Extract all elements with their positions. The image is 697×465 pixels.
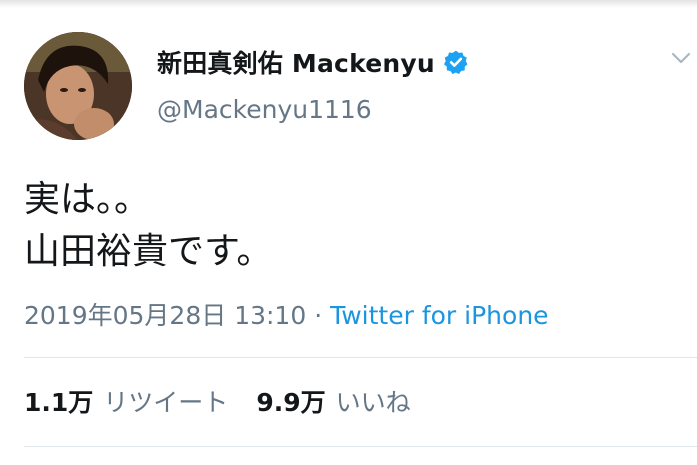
verified-badge-icon [443,49,469,75]
tweet-line: 実は。。 [24,179,151,220]
tweet-text: 実は。。 山田裕貴です。 [24,174,272,278]
like-count[interactable]: 9.9万 [256,383,325,419]
tweet-stats: 1.1万 リツイート 9.9万 いいね [24,383,411,419]
top-shadow [0,0,697,8]
like-label[interactable]: いいね [336,383,411,419]
avatar-photo [24,32,132,140]
meta-separator: · [306,301,331,330]
divider [24,357,697,358]
tweet-source-link[interactable]: Twitter for iPhone [330,301,548,330]
avatar[interactable] [24,32,132,140]
user-handle[interactable]: @Mackenyu1116 [157,95,372,124]
name-row: 新田真剣佑 Mackenyu [157,42,469,82]
tweet-line: 山田裕貴です。 [24,231,273,272]
retweet-label[interactable]: リツイート [103,383,228,419]
tweet-timestamp[interactable]: 2019年05月28日 13:10 [24,301,306,330]
divider [24,446,697,447]
display-name[interactable]: 新田真剣佑 Mackenyu [157,44,435,80]
retweet-count[interactable]: 1.1万 [24,383,93,419]
tweet-meta: 2019年05月28日 13:10 · Twitter for iPhone [24,296,549,332]
chevron-down-icon[interactable] [668,44,694,74]
